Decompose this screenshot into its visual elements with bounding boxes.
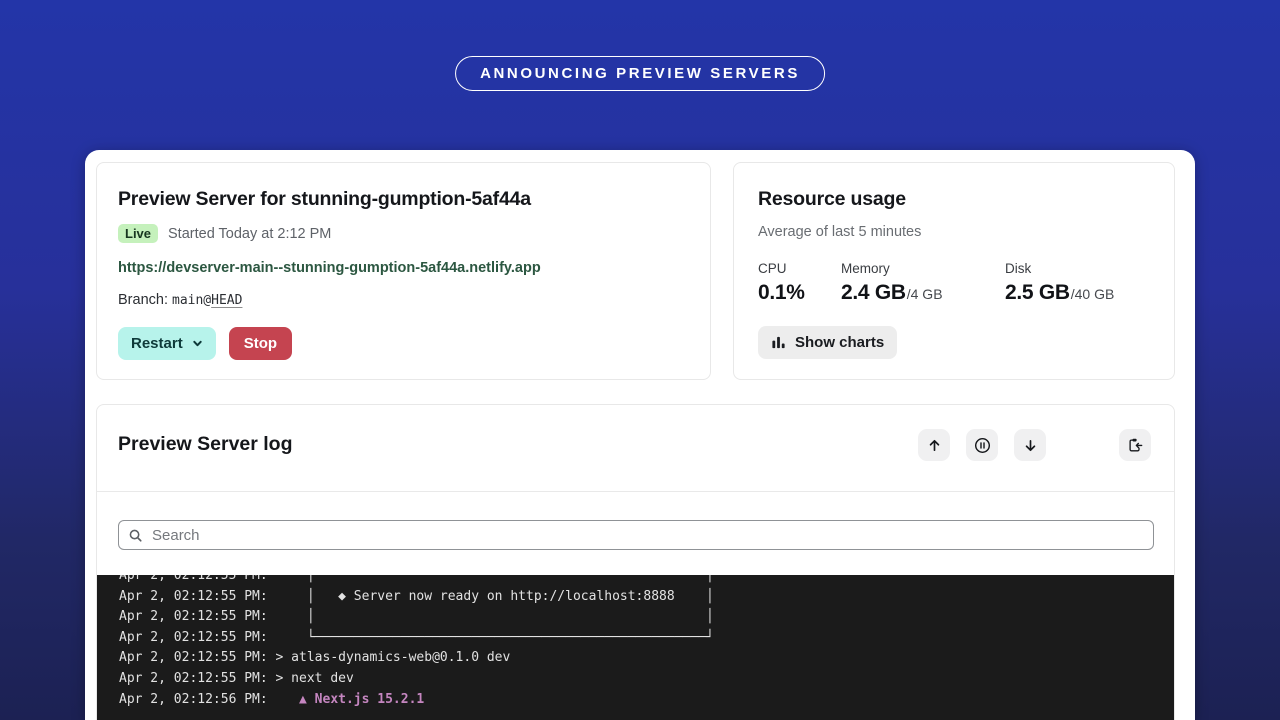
- log-divider: [97, 491, 1174, 492]
- metric-disk-label: Disk: [1005, 261, 1114, 276]
- started-text: Started Today at 2:12 PM: [168, 226, 331, 242]
- log-line: Apr 2, 02:12:55 PM: │ │: [119, 575, 1174, 587]
- preview-server-title: Preview Server for stunning-gumption-5af…: [118, 188, 689, 211]
- copy-log-button[interactable]: [1119, 429, 1151, 461]
- arrow-up-icon: [927, 438, 942, 453]
- status-badge: Live: [118, 224, 158, 243]
- metric-disk-value: 2.5 GB: [1005, 281, 1070, 305]
- log-line: Apr 2, 02:12:55 PM: │ │: [119, 607, 1174, 628]
- arrow-down-icon: [1023, 438, 1038, 453]
- terminal-log[interactable]: Apr 2, 02:12:55 PM: │ │Apr 2, 02:12:55 P…: [97, 575, 1174, 720]
- resource-usage-panel: Resource usage Average of last 5 minutes…: [733, 162, 1175, 380]
- actions-row: Restart Stop: [118, 327, 689, 360]
- log-line: Apr 2, 02:12:55 PM: > atlas-dynamics-web…: [119, 648, 1174, 669]
- main-card: Preview Server for stunning-gumption-5af…: [85, 150, 1195, 720]
- announcement-label: ANNOUNCING PREVIEW SERVERS: [480, 65, 800, 82]
- scroll-to-bottom-button[interactable]: [1014, 429, 1046, 461]
- metric-disk: Disk 2.5 GB /40 GB: [1005, 261, 1114, 305]
- resource-usage-subtitle: Average of last 5 minutes: [758, 224, 1150, 240]
- log-line: Apr 2, 02:12:55 PM: └───────────────────…: [119, 628, 1174, 649]
- branch-label: Branch:: [118, 292, 172, 308]
- branch-name: main@: [172, 293, 211, 308]
- preview-server-log-panel: Preview Server log: [96, 404, 1175, 720]
- restart-button[interactable]: Restart: [118, 327, 216, 360]
- chevron-down-icon: [192, 338, 203, 349]
- scroll-to-top-button[interactable]: [918, 429, 950, 461]
- status-row: Live Started Today at 2:12 PM: [118, 224, 689, 243]
- pause-circle-icon: [974, 437, 991, 454]
- log-toolbar: [918, 429, 1151, 461]
- metric-disk-total: /40 GB: [1071, 286, 1115, 302]
- resource-usage-title: Resource usage: [758, 188, 1150, 211]
- log-line-accent: ▲ Next.js 15.2.1: [299, 692, 424, 707]
- metric-memory: Memory 2.4 GB /4 GB: [841, 261, 1005, 305]
- metrics-row: CPU 0.1% Memory 2.4 GB /4 GB Disk 2.5 GB: [758, 261, 1150, 305]
- stop-label: Stop: [244, 335, 277, 352]
- metric-cpu-label: CPU: [758, 261, 841, 276]
- preview-url-link[interactable]: https://devserver-main--stunning-gumptio…: [118, 260, 689, 276]
- branch-row: Branch: main@HEAD: [118, 292, 689, 308]
- metric-memory-total: /4 GB: [907, 286, 943, 302]
- terminal-log-content: Apr 2, 02:12:55 PM: │ │Apr 2, 02:12:55 P…: [119, 575, 1174, 710]
- metric-cpu-value: 0.1%: [758, 281, 805, 305]
- log-search-box[interactable]: [118, 520, 1154, 550]
- log-line: Apr 2, 02:12:55 PM: > next dev: [119, 669, 1174, 690]
- top-row: Preview Server for stunning-gumption-5af…: [96, 162, 1175, 380]
- stop-button[interactable]: Stop: [229, 327, 292, 360]
- pause-autoscroll-button[interactable]: [966, 429, 998, 461]
- show-charts-label: Show charts: [795, 334, 884, 351]
- branch-ref-link[interactable]: HEAD: [211, 293, 242, 308]
- metric-memory-label: Memory: [841, 261, 1005, 276]
- metric-cpu: CPU 0.1%: [758, 261, 841, 305]
- search-icon: [128, 528, 143, 543]
- preview-server-panel: Preview Server for stunning-gumption-5af…: [96, 162, 711, 380]
- log-line: Apr 2, 02:12:56 PM: ▲ Next.js 15.2.1: [119, 690, 1174, 711]
- clipboard-copy-icon: [1127, 437, 1143, 453]
- restart-label: Restart: [131, 335, 183, 352]
- metric-memory-value: 2.4 GB: [841, 281, 906, 305]
- log-search-input[interactable]: [150, 526, 1144, 545]
- show-charts-button[interactable]: Show charts: [758, 326, 897, 359]
- announcement-pill[interactable]: ANNOUNCING PREVIEW SERVERS: [455, 56, 825, 91]
- bar-chart-icon: [771, 335, 786, 350]
- log-title: Preview Server log: [118, 433, 293, 456]
- log-line: Apr 2, 02:12:55 PM: │ ◆ Server now ready…: [119, 587, 1174, 608]
